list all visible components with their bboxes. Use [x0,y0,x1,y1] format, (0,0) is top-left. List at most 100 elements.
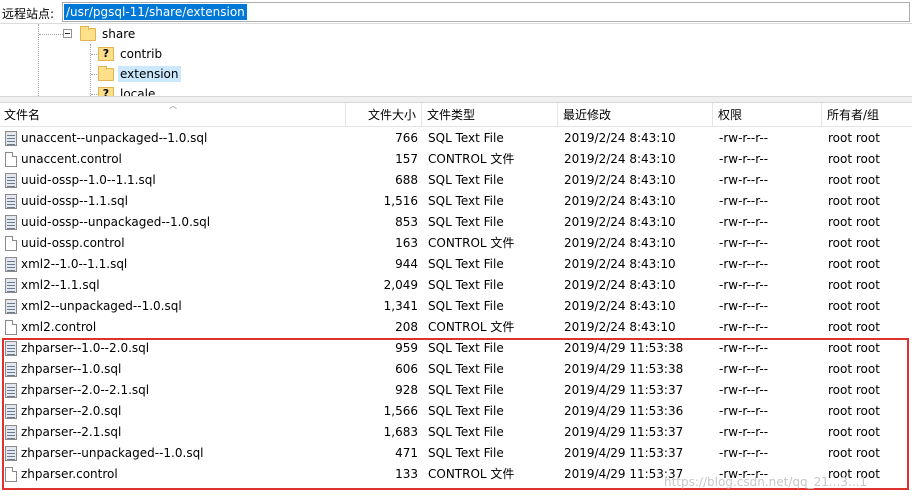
column-header-modified[interactable]: 最近修改 [559,103,713,127]
pane-splitter[interactable] [0,96,912,103]
file-permissions: -rw-r--r-- [719,236,769,250]
tree-item-share[interactable]: share [80,25,137,43]
file-size: 944 [395,257,418,271]
file-modified: 2019/2/24 8:43:10 [564,236,676,250]
file-row[interactable]: zhparser--1.0.sql 606 SQL Text File 2019/4/… [0,359,912,380]
file-permissions: -rw-r--r-- [719,383,769,397]
file-row[interactable]: xml2--1.0--1.1.sql 944 SQL Text File 2019/2… [0,254,912,275]
sql-file-icon [5,215,17,230]
file-owner: root root [828,320,880,334]
file-modified: 2019/2/24 8:43:10 [564,173,676,187]
file-name: uuid-ossp--1.1.sql [21,194,128,208]
file-permissions: -rw-r--r-- [719,362,769,376]
file-name: zhparser--1.0.sql [21,362,122,376]
remote-path-input[interactable]: /usr/pgsql-11/share/extension [62,2,910,22]
sql-file-icon [5,194,17,209]
file-row[interactable]: zhparser--1.0--2.0.sql 959 SQL Text File 20… [0,338,912,359]
file-row[interactable]: xml2--unpackaged--1.0.sql 1,341 SQL Text F… [0,296,912,317]
file-modified: 2019/4/29 11:53:37 [564,383,684,397]
file-row[interactable]: uuid-ossp.control 163 CONTROL 文件 2019/2/24 … [0,233,912,254]
file-type: CONTROL 文件 [428,236,515,250]
file-type: SQL Text File [428,131,504,145]
watermark-text: https://blog.csdn.net/qq_21...3...1 [664,475,868,489]
file-size: 1,683 [383,425,418,439]
file-name: zhparser--2.0--2.1.sql [21,383,150,397]
file-row[interactable]: uuid-ossp--1.1.sql 1,516 SQL Text File 2019… [0,191,912,212]
file-type: CONTROL 文件 [428,467,515,481]
file-type: SQL Text File [428,404,504,418]
file-size: 959 [395,341,418,355]
column-header-name[interactable]: 文件名 [0,103,346,127]
file-row[interactable]: uuid-ossp--unpackaged--1.0.sql 853 SQL Tex… [0,212,912,233]
file-permissions: -rw-r--r-- [719,215,769,229]
file-type: CONTROL 文件 [428,320,515,334]
file-size: 1,566 [383,404,418,418]
file-size: 163 [395,236,418,250]
file-type: SQL Text File [428,173,504,187]
tree-item-label: locale [120,87,156,96]
sql-file-icon [5,257,17,272]
file-modified: 2019/2/24 8:43:10 [564,278,676,292]
file-name: uuid-ossp--unpackaged--1.0.sql [21,215,211,229]
file-name: zhparser--2.1.sql [21,425,122,439]
file-owner: root root [828,236,880,250]
file-name: uuid-ossp--1.0--1.1.sql [21,173,156,187]
directory-tree: share contrib extension locale [0,24,912,96]
sql-file-icon [5,341,17,356]
file-owner: root root [828,383,880,397]
file-modified: 2019/2/24 8:43:10 [564,131,676,145]
file-permissions: -rw-r--r-- [719,152,769,166]
file-permissions: -rw-r--r-- [719,173,769,187]
folder-icon [80,25,96,41]
tree-item-contrib[interactable]: contrib [98,45,164,63]
column-header-permissions[interactable]: 权限 [714,103,822,127]
tree-guide-line [91,94,97,95]
file-row[interactable]: unaccent--unpackaged--1.0.sql 766 SQL Text… [0,128,912,149]
file-permissions: -rw-r--r-- [719,257,769,271]
file-owner: root root [828,362,880,376]
column-header-type[interactable]: 文件类型 [423,103,558,127]
file-modified: 2019/2/24 8:43:10 [564,299,676,313]
tree-item-extension[interactable]: extension [98,65,181,83]
file-type: CONTROL 文件 [428,152,515,166]
file-name: xml2--unpackaged--1.0.sql [21,299,182,313]
collapse-toggle-icon[interactable] [63,29,72,38]
file-name: zhparser--1.0--2.0.sql [21,341,150,355]
file-row[interactable]: zhparser--2.0--2.1.sql 928 SQL Text File 20… [0,380,912,401]
tree-guide-line [90,44,91,96]
file-size: 766 [395,131,418,145]
file-modified: 2019/4/29 11:53:38 [564,341,684,355]
file-name: zhparser--2.0.sql [21,404,122,418]
file-name: xml2--1.1.sql [21,278,100,292]
remote-site-bar: 远程站点: /usr/pgsql-11/share/extension [0,0,912,24]
file-type: SQL Text File [428,341,504,355]
column-header-owner[interactable]: 所有者/组 [823,103,912,127]
file-type: SQL Text File [428,383,504,397]
file-type: SQL Text File [428,362,504,376]
file-permissions: -rw-r--r-- [719,194,769,208]
file-name: xml2--1.0--1.1.sql [21,257,128,271]
file-size: 1,516 [383,194,418,208]
file-row[interactable]: uuid-ossp--1.0--1.1.sql 688 SQL Text File 2… [0,170,912,191]
tree-item-locale[interactable]: locale [98,85,157,96]
file-row[interactable]: xml2.control 208 CONTROL 文件 2019/2/24 8:43:… [0,317,912,338]
file-row[interactable]: xml2--1.1.sql 2,049 SQL Text File 2019/2/24… [0,275,912,296]
file-name: xml2.control [21,320,97,334]
file-row[interactable]: zhparser--unpackaged--1.0.sql 471 SQL Text… [0,443,912,464]
file-modified: 2019/4/29 11:53:38 [564,362,684,376]
file-size: 928 [395,383,418,397]
file-name: unaccent.control [21,152,122,166]
tree-guide-line [91,54,97,55]
file-modified: 2019/4/29 11:53:37 [564,446,684,460]
file-size: 471 [395,446,418,460]
column-header-size[interactable]: 文件大小 [346,103,422,127]
file-modified: 2019/2/24 8:43:10 [564,320,676,334]
sql-file-icon [5,173,17,188]
file-row[interactable]: zhparser--2.1.sql 1,683 SQL Text File 2019/… [0,422,912,443]
file-modified: 2019/2/24 8:43:10 [564,152,676,166]
control-file-icon [5,467,17,482]
tree-guide-line [91,74,97,75]
file-row[interactable]: zhparser--2.0.sql 1,566 SQL Text File 2019/… [0,401,912,422]
file-row[interactable]: unaccent.control 157 CONTROL 文件 2019/2/24 8… [0,149,912,170]
file-owner: root root [828,194,880,208]
